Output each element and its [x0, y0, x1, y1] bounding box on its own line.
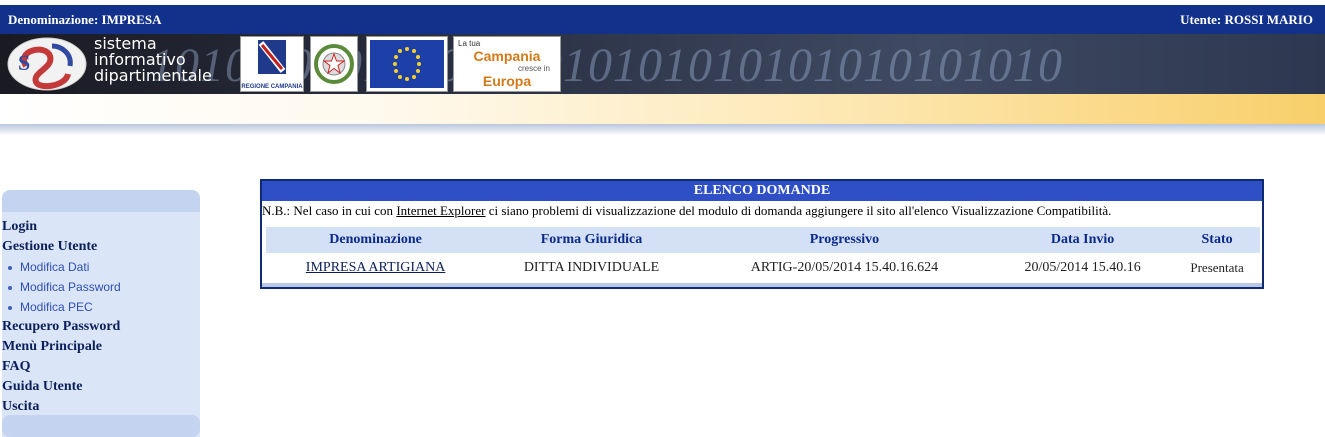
cell-denominazione: IMPRESA ARTIGIANA — [266, 253, 485, 283]
campania-line: Europa — [482, 73, 532, 89]
italian-emblem-icon — [314, 44, 354, 84]
sidebar-item-login[interactable]: Login — [2, 217, 200, 237]
cell-data-invio: 20/05/2014 15.40.16 — [1024, 260, 1141, 275]
sidebar-item-faq[interactable]: FAQ — [2, 357, 200, 377]
denominazione-label: Denominazione: IMPRESA — [8, 12, 162, 27]
campania-shield-icon — [258, 40, 286, 74]
column-header: Forma Giuridica — [485, 227, 698, 253]
sidebar-item-modifica-password[interactable]: Modifica Password — [2, 277, 200, 297]
campania-line: La tua — [458, 39, 481, 48]
sidebar-item-menu-principale[interactable]: Menù Principale — [2, 337, 200, 357]
sidebar-item-label: Modifica Password — [20, 280, 121, 294]
header-gold-strip — [0, 94, 1325, 124]
column-header: Stato — [1174, 227, 1260, 253]
internet-explorer-link[interactable]: Internet Explorer — [396, 203, 485, 218]
sidebar-bottom-cap — [2, 415, 200, 437]
compatibility-note: N.B.: Nel caso in cui con Internet Explo… — [262, 201, 1262, 223]
sidebar-top-cap — [2, 190, 200, 212]
table-header-row: Denominazione Forma Giuridica Progressiv… — [266, 227, 1260, 253]
regione-label: REGIONE CAMPANIA — [241, 84, 303, 90]
header-banner: 1010 10101010101010101010101010101010 S … — [0, 34, 1325, 94]
campania-europa-logo: La tua Campania cresce in Europa — [453, 36, 561, 92]
top-bar: Denominazione: IMPRESA Utente: ROSSI MAR… — [0, 5, 1325, 34]
bullet-icon — [8, 265, 12, 270]
regione-campania-logo: REGIONE CAMPANIA — [240, 36, 304, 92]
sid-logo-icon: S — [7, 37, 87, 91]
sidebar-item-label: Modifica PEC — [20, 300, 93, 314]
panel-bottom-bar — [262, 283, 1262, 287]
sidebar-item-modifica-dati[interactable]: Modifica Dati — [2, 257, 200, 277]
sidebar: Login Gestione Utente Modifica Dati Modi… — [2, 190, 200, 437]
column-header: Data Invio — [991, 227, 1175, 253]
table-row: IMPRESA ARTIGIANA DITTA INDIVIDUALE ARTI… — [266, 253, 1260, 283]
note-text: ci siano problemi di visualizzazione del… — [485, 203, 1112, 218]
sid-title: sistema informativo dipartimentale — [94, 36, 212, 84]
cell-progressivo: ARTIG-20/05/2014 15.40.16.624 — [750, 260, 939, 275]
bullet-icon — [8, 285, 12, 290]
column-header: Denominazione — [266, 227, 486, 253]
column-header: Progressivo — [697, 227, 992, 253]
sidebar-menu: Login Gestione Utente Modifica Dati Modi… — [2, 217, 200, 417]
campania-line: cresce in — [517, 64, 550, 73]
cell-forma-giuridica: DITTA INDIVIDUALE — [523, 260, 660, 275]
sidebar-item-recupero-password[interactable]: Recupero Password — [2, 317, 200, 337]
elenco-domande-panel: ELENCO DOMANDE N.B.: Nel caso in cui con… — [260, 179, 1264, 289]
sidebar-item-modifica-pec[interactable]: Modifica PEC — [2, 297, 200, 317]
sidebar-item-label: Modifica Dati — [20, 260, 90, 274]
campania-line: Campania — [473, 48, 541, 64]
bullet-icon — [8, 305, 12, 310]
domande-table: Denominazione Forma Giuridica Progressiv… — [266, 227, 1260, 283]
domanda-link[interactable]: IMPRESA ARTIGIANA — [306, 260, 446, 275]
sidebar-item-gestione-utente[interactable]: Gestione Utente — [2, 237, 200, 257]
sidebar-item-guida-utente[interactable]: Guida Utente — [2, 377, 200, 397]
eu-flag-logo — [366, 36, 448, 92]
svg-text:S: S — [18, 50, 30, 75]
utente-label: Utente: ROSSI MARIO — [1180, 12, 1313, 27]
note-text: N.B.: Nel caso in cui con — [262, 203, 397, 218]
repubblica-emblem — [310, 36, 358, 92]
panel-title: ELENCO DOMANDE — [262, 181, 1262, 201]
sidebar-item-uscita[interactable]: Uscita — [2, 397, 200, 417]
sid-line: dipartimentale — [94, 66, 212, 85]
header-divider — [0, 124, 1325, 135]
cell-stato: Presentata — [1190, 260, 1244, 275]
eu-flag-icon — [370, 40, 444, 88]
